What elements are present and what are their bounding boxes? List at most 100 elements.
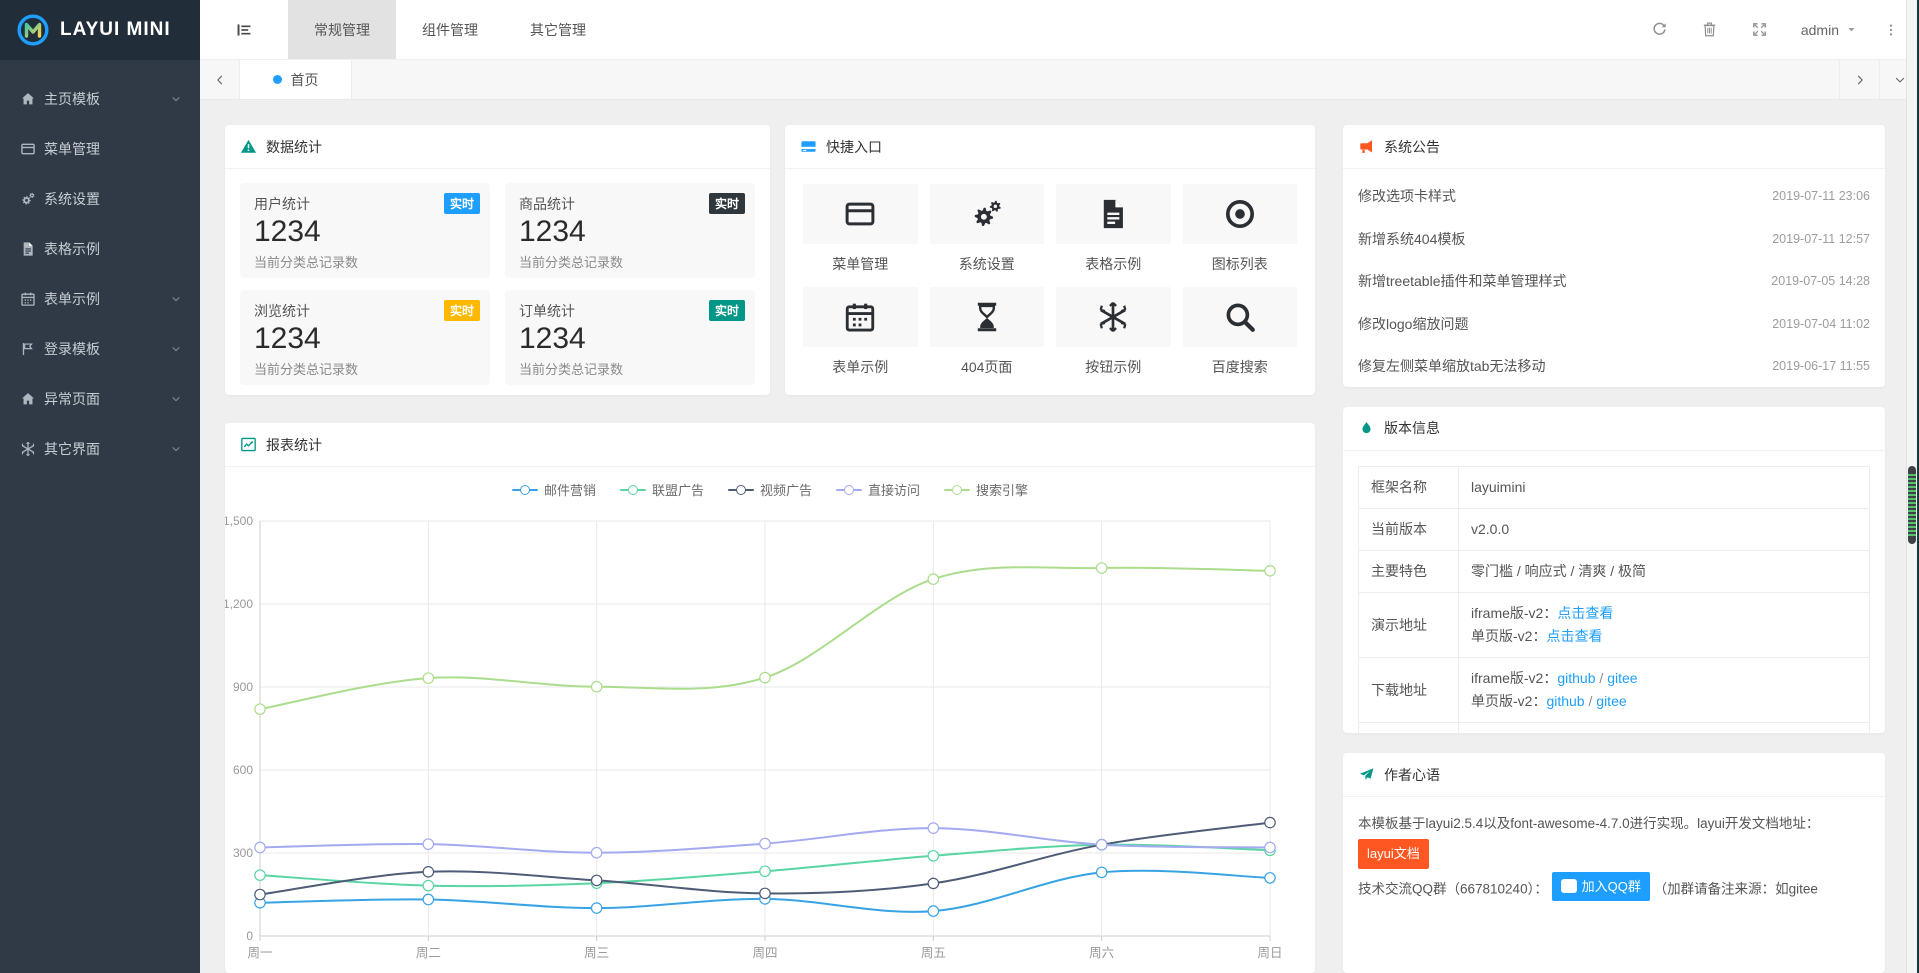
version-row-value: 零门槛 / 响应式 / 清爽 / 极简 bbox=[1459, 550, 1870, 592]
quick-entry-item[interactable]: 404页面 bbox=[930, 287, 1045, 377]
quick-entry-item[interactable]: 表单示例 bbox=[803, 287, 918, 377]
announcement-row: 修复左侧菜单缩放tab无法移动2019-06-17 11:55 bbox=[1358, 345, 1870, 387]
window-icon bbox=[20, 141, 44, 157]
sidebar-item[interactable]: 主页模板 bbox=[0, 74, 200, 124]
navbar-tabs: 常规管理组件管理其它管理 bbox=[288, 0, 612, 59]
version-row-value: iframe版-v2：github / gitee单页版-v2：github /… bbox=[1459, 658, 1870, 723]
chart-data-point bbox=[591, 875, 601, 885]
legend-item[interactable]: 搜索引擎 bbox=[944, 480, 1028, 499]
panel-header: 数据统计 bbox=[225, 125, 770, 169]
navbar-tab[interactable]: 组件管理 bbox=[396, 0, 504, 59]
line-chart-icon bbox=[240, 436, 257, 453]
version-link-line: 单页版-v2：点击查看 bbox=[1471, 625, 1857, 648]
credit-card-icon bbox=[800, 138, 817, 155]
stat-card-caption: 当前分类总记录数 bbox=[254, 252, 476, 271]
page-scrollbar[interactable] bbox=[1906, 0, 1917, 973]
quick-entry-item[interactable]: 菜单管理 bbox=[803, 184, 918, 274]
version-row-label: Gitee bbox=[1359, 723, 1459, 733]
chart-data-point bbox=[255, 842, 265, 852]
sidebar-item[interactable]: 表格示例 bbox=[0, 224, 200, 274]
refresh-button[interactable] bbox=[1635, 0, 1685, 59]
version-row: 下载地址iframe版-v2：github / gitee单页版-v2：gith… bbox=[1359, 658, 1870, 723]
panel-header: 报表统计 bbox=[225, 423, 1315, 467]
version-row-label: 下载地址 bbox=[1359, 658, 1459, 723]
legend-marker-icon bbox=[944, 484, 970, 496]
announcement-time: 2019-07-05 14:28 bbox=[1771, 274, 1870, 288]
legend-item[interactable]: 视频广告 bbox=[728, 480, 812, 499]
quick-entry-item[interactable]: 系统设置 bbox=[930, 184, 1045, 274]
sidebar-item-label: 系统设置 bbox=[44, 189, 182, 209]
legend-marker-icon bbox=[728, 484, 754, 496]
link-prefix: 单页版-v2： bbox=[1471, 628, 1546, 644]
legend-item[interactable]: 直接访问 bbox=[836, 480, 920, 499]
legend-item[interactable]: 邮件营销 bbox=[512, 480, 596, 499]
announcement-list: 修改选项卡样式2019-07-11 23:06新增系统404模板2019-07-… bbox=[1343, 169, 1885, 387]
sidebar-item[interactable]: 异常页面 bbox=[0, 374, 200, 424]
version-row-label: 当前版本 bbox=[1359, 508, 1459, 550]
quick-entry-panel: 快捷入口 菜单管理系统设置表格示例图标列表表单示例404页面按钮示例百度搜索 bbox=[785, 125, 1315, 395]
more-vert-icon bbox=[1883, 22, 1899, 38]
qq-emoji-icon bbox=[1561, 879, 1577, 893]
sidebar-item[interactable]: 表单示例 bbox=[0, 274, 200, 324]
window-icon bbox=[843, 197, 877, 231]
svg-text:周二: 周二 bbox=[416, 946, 441, 960]
quick-entry-label: 百度搜索 bbox=[1183, 357, 1298, 377]
version-link[interactable]: github bbox=[1546, 693, 1584, 709]
fullscreen-button[interactable] bbox=[1735, 0, 1785, 59]
navbar-tab[interactable]: 常规管理 bbox=[288, 0, 396, 59]
version-link[interactable]: 点击查看 bbox=[1557, 605, 1613, 621]
stat-card-caption: 当前分类总记录数 bbox=[519, 359, 741, 378]
layui-doc-badge[interactable]: layui文档 bbox=[1358, 839, 1429, 868]
page-content: 数据统计 用户统计1234当前分类总记录数实时商品统计1234当前分类总记录数实… bbox=[200, 100, 1919, 973]
quick-entry-item[interactable]: 按钮示例 bbox=[1056, 287, 1171, 377]
stat-card-label: 订单统计 bbox=[519, 301, 741, 321]
top-panels-row: 数据统计 用户统计1234当前分类总记录数实时商品统计1234当前分类总记录数实… bbox=[225, 125, 1315, 395]
svg-text:周五: 周五 bbox=[921, 946, 946, 960]
stat-card: 订单统计1234当前分类总记录数实时 bbox=[505, 290, 755, 385]
trash-button[interactable] bbox=[1685, 0, 1735, 59]
legend-item[interactable]: 联盟广告 bbox=[620, 480, 704, 499]
navbar-tab[interactable]: 其它管理 bbox=[504, 0, 612, 59]
version-table: 框架名称layuimini当前版本v2.0.0主要特色零门槛 / 响应式 / 清… bbox=[1358, 466, 1870, 733]
join-qq-group-badge[interactable]: 加入QQ群 bbox=[1552, 872, 1650, 901]
version-link[interactable]: gitee bbox=[1607, 670, 1637, 686]
report-line-chart: 03006009001,2001,500周一周二周三周四周五周六周日 bbox=[225, 501, 1315, 971]
sidebar-item-label: 登录模板 bbox=[44, 339, 170, 359]
panel-header: 作者心语 bbox=[1343, 753, 1885, 797]
calendar-icon bbox=[20, 291, 44, 307]
megaphone-icon bbox=[1358, 138, 1375, 155]
chevron-left-icon bbox=[213, 73, 227, 87]
sidebar-item[interactable]: 登录模板 bbox=[0, 324, 200, 374]
panel-title: 快捷入口 bbox=[826, 137, 882, 157]
announcement-time: 2019-06-17 11:55 bbox=[1772, 359, 1870, 373]
scrollbar-thumb[interactable] bbox=[1908, 466, 1916, 544]
sidebar-item[interactable]: 系统设置 bbox=[0, 174, 200, 224]
link-prefix: 单页版-v2： bbox=[1471, 693, 1546, 709]
version-link[interactable]: github bbox=[1557, 670, 1595, 686]
announcement-row: 修改logo缩放问题2019-07-04 11:02 bbox=[1358, 303, 1870, 346]
chart-data-point bbox=[928, 574, 938, 584]
chart-data-point bbox=[423, 894, 433, 904]
quick-entry-item[interactable]: 图标列表 bbox=[1183, 184, 1298, 274]
more-options-button[interactable] bbox=[1873, 0, 1909, 59]
version-link[interactable]: 点击查看 bbox=[1546, 628, 1602, 644]
content-left-column: 数据统计 用户统计1234当前分类总记录数实时商品统计1234当前分类总记录数实… bbox=[225, 125, 1315, 973]
top-navbar: 常规管理组件管理其它管理 admin bbox=[200, 0, 1919, 60]
tab-scroll-left-button[interactable] bbox=[200, 60, 240, 99]
quick-entry-item[interactable]: 百度搜索 bbox=[1183, 287, 1298, 377]
main-area: 常规管理组件管理其它管理 admin 首页 bbox=[200, 0, 1919, 973]
tab-home[interactable]: 首页 bbox=[240, 60, 352, 99]
sidebar-item[interactable]: 菜单管理 bbox=[0, 124, 200, 174]
menu-fold-button[interactable] bbox=[200, 0, 288, 59]
chevron-down-icon bbox=[1893, 73, 1907, 87]
snowflake-icon bbox=[1096, 300, 1130, 334]
chart-data-point bbox=[423, 880, 433, 890]
search-icon bbox=[1223, 300, 1257, 334]
announcement-text: 修改选项卡样式 bbox=[1358, 186, 1456, 206]
tab-scroll-right-button[interactable] bbox=[1839, 60, 1879, 99]
sidebar-item[interactable]: 其它界面 bbox=[0, 424, 200, 474]
user-dropdown[interactable]: admin bbox=[1785, 0, 1873, 59]
version-link[interactable]: gitee bbox=[1596, 693, 1626, 709]
chevron-right-icon bbox=[1853, 73, 1867, 87]
quick-entry-item[interactable]: 表格示例 bbox=[1056, 184, 1171, 274]
